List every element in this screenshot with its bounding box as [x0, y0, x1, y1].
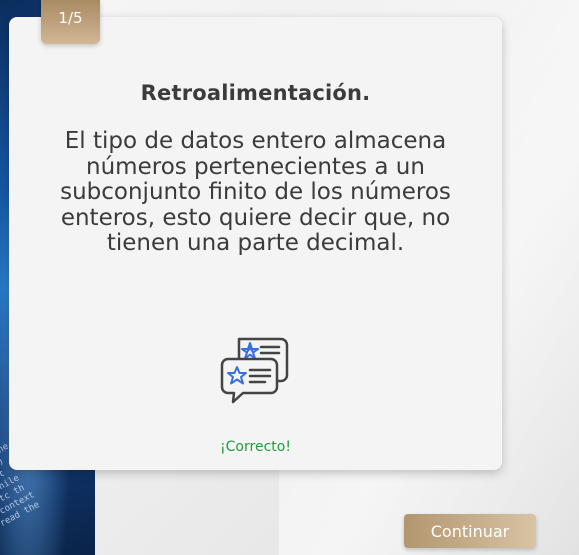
continue-button[interactable]: Continuar — [404, 514, 536, 548]
feedback-message: El tipo de datos entero almacena números… — [60, 128, 451, 256]
chat-bubbles-stars-icon — [220, 337, 289, 404]
result-status: ¡Correcto! — [220, 439, 291, 455]
feedback-card: Retroalimentación. El tipo de datos ente… — [9, 17, 502, 470]
question-progress-badge: 1/5 — [41, 0, 100, 44]
feedback-title: Retroalimentación. — [140, 81, 371, 105]
